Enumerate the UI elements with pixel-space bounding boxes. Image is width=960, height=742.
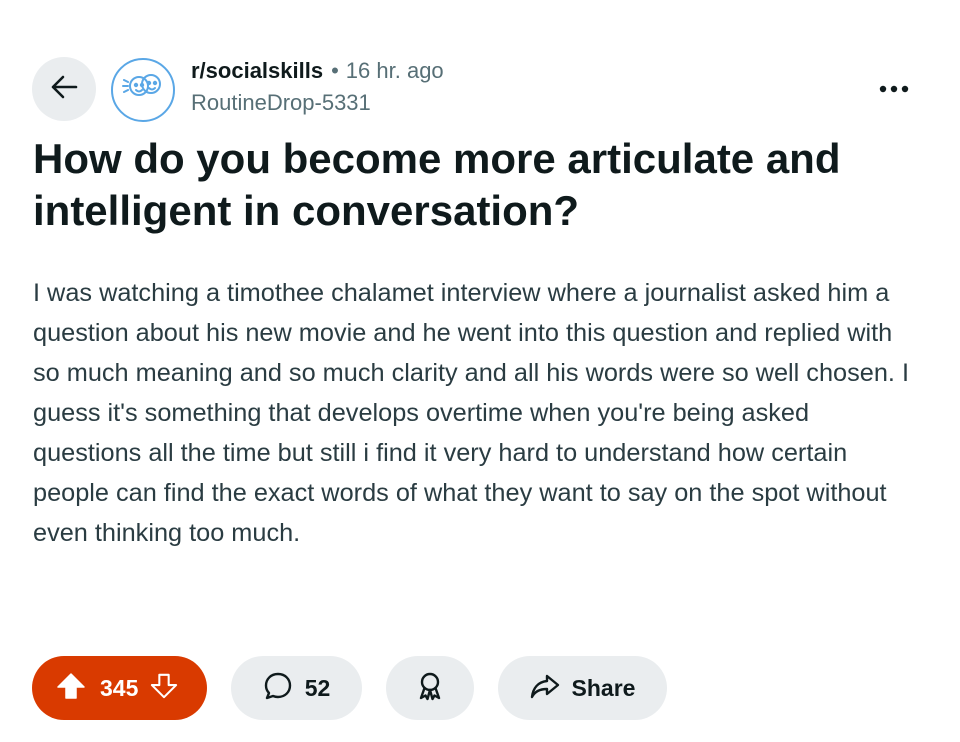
award-ribbon-icon: [415, 671, 445, 706]
more-options-button[interactable]: [872, 72, 916, 106]
socialskills-community-icon: [120, 71, 166, 110]
post-meta: r/socialskills • 16 hr. ago RoutineDrop-…: [191, 58, 444, 116]
author-link[interactable]: RoutineDrop-5331: [191, 90, 444, 116]
share-label: Share: [571, 674, 636, 701]
post-age: 16 hr. ago: [345, 58, 444, 83]
back-button[interactable]: [32, 57, 96, 121]
downvote-arrow-icon: [150, 672, 178, 705]
vote-control: 345: [32, 656, 207, 720]
subreddit-avatar[interactable]: [111, 58, 175, 122]
upvote-arrow-icon: [56, 671, 86, 706]
post-title: How do you become more articulate and in…: [33, 135, 841, 234]
share-arrow-icon: [530, 671, 560, 706]
vote-count: 345: [100, 674, 139, 701]
downvote-button[interactable]: [144, 656, 184, 720]
post-action-bar: 345 52 Share: [0, 656, 960, 720]
subreddit-link[interactable]: r/socialskills: [191, 58, 323, 84]
award-button[interactable]: [386, 656, 474, 720]
comment-bubble-icon: [263, 671, 293, 706]
share-button[interactable]: Share: [498, 656, 667, 720]
comments-button[interactable]: 52: [231, 656, 362, 720]
ellipsis-icon: [879, 80, 909, 98]
upvote-button[interactable]: [32, 656, 90, 720]
meta-separator: •: [331, 58, 339, 83]
post-body: I was watching a timothee chalamet inter…: [33, 279, 909, 547]
arrow-left-icon: [49, 72, 79, 107]
comment-count: 52: [304, 674, 331, 701]
